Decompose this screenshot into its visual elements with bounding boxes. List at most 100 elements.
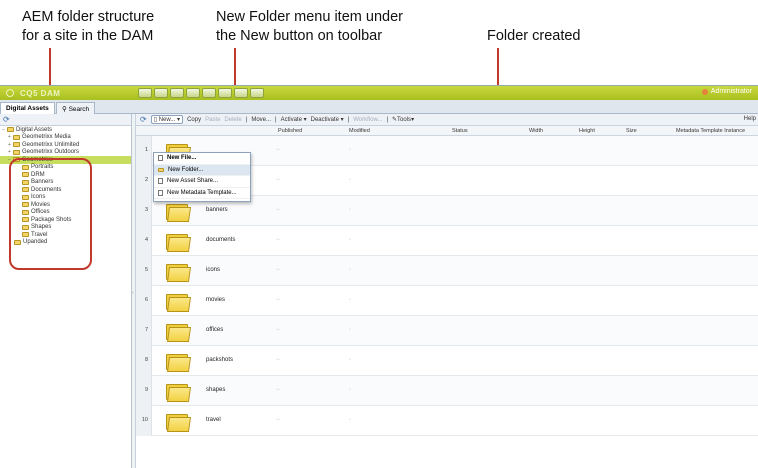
tree-toolbar: ⟳ — [0, 114, 131, 126]
user-menu[interactable]: Administrator — [701, 88, 752, 95]
row-number: 7 — [144, 327, 148, 333]
annotation-new-folder: New Folder menu item under the New butto… — [216, 8, 403, 46]
table-row[interactable]: 8 packshots ▫▫ ▫ — [136, 346, 758, 376]
published-icon: ▫▫ — [276, 297, 280, 303]
separator: | — [245, 116, 248, 123]
workflow-button[interactable]: Workflow... — [353, 117, 382, 123]
toolbar-icon[interactable] — [234, 88, 248, 98]
modified-icon: ▫ — [349, 357, 351, 363]
modified-icon: ▫ — [349, 177, 351, 183]
modified-icon: ▫ — [349, 387, 351, 393]
toolbar-icon[interactable] — [218, 88, 232, 98]
table-row[interactable]: 10 travel ▫▫ ▫ — [136, 406, 758, 436]
menu-item-new-file[interactable]: New File... — [154, 153, 250, 165]
separator: | — [275, 116, 277, 123]
delete-button[interactable]: Delete — [224, 117, 241, 123]
folder-icon — [13, 149, 20, 155]
tree-node[interactable]: + Geometrixx Unlimited — [0, 141, 131, 149]
folder-name: movies — [206, 297, 226, 303]
app-logo: CQ5 DAM — [20, 88, 61, 98]
folder-icon — [166, 262, 192, 282]
modified-icon: ▫ — [349, 147, 351, 153]
file-icon — [158, 155, 163, 162]
new-dropdown-menu: New File... New Folder... New Asset Shar… — [153, 152, 251, 202]
folder-name: shapes — [206, 387, 226, 393]
modified-icon: ▫ — [349, 237, 351, 243]
refresh-icon[interactable]: ⟳ — [140, 115, 147, 124]
table-row[interactable]: 5 icons ▫▫ ▫ — [136, 256, 758, 286]
folder-icon — [166, 412, 192, 432]
toolbar-icon[interactable] — [186, 88, 200, 98]
tree-node[interactable]: + Geometrixx Outdoors — [0, 149, 131, 157]
activate-label: Activate — [280, 117, 302, 123]
menu-item-new-metadata-template[interactable]: New Metadata Template... — [154, 188, 250, 199]
tree-node[interactable]: + Geometrixx Media — [0, 134, 131, 142]
grid-header: Published Modified Status Width Height S… — [136, 126, 758, 136]
table-row[interactable]: 9 shapes ▫▫ ▫ — [136, 376, 758, 406]
folder-icon — [13, 134, 20, 140]
doc-icon: ▯ — [153, 117, 158, 123]
tools-label: Tools — [397, 117, 412, 123]
dam-application: CQ5 DAM Administrator Digital Assets ⚲ S… — [0, 85, 758, 468]
column-header[interactable]: Height — [579, 128, 595, 134]
new-button[interactable]: ▯ New... ▾ — [150, 115, 184, 124]
published-icon: ▫▫ — [276, 327, 280, 333]
annotation-folder-created: Folder created — [487, 27, 581, 46]
column-header[interactable]: Width — [529, 128, 543, 134]
modified-icon: ▫ — [349, 267, 351, 273]
published-icon: ▫▫ — [276, 387, 280, 393]
help-button[interactable]: Help — [744, 116, 756, 122]
row-number: 3 — [144, 207, 148, 213]
tools-button[interactable]: ✎Tools▾ — [392, 116, 414, 123]
row-number: 5 — [144, 267, 148, 273]
toolbar-icon[interactable] — [202, 88, 216, 98]
copy-button[interactable]: Copy — [187, 117, 201, 123]
folder-icon — [166, 232, 192, 252]
toolbar-icon[interactable] — [250, 88, 264, 98]
table-row[interactable]: 7 offices ▫▫ ▫ — [136, 316, 758, 346]
row-number: 2 — [144, 177, 148, 183]
tree-node-label: Digital Assets — [16, 126, 53, 133]
tab-search-label: Search — [68, 106, 90, 113]
toolbar-icon[interactable] — [138, 88, 152, 98]
column-header[interactable]: Published — [278, 128, 302, 134]
toolbar-icon[interactable] — [170, 88, 184, 98]
published-icon: ▫▫ — [276, 267, 280, 273]
table-row[interactable]: 4 documents ▫▫ ▫ — [136, 226, 758, 256]
tab-search[interactable]: ⚲ Search — [56, 102, 96, 114]
deactivate-label: Deactivate — [310, 117, 339, 123]
table-row[interactable]: 6 movies ▫▫ ▫ — [136, 286, 758, 316]
column-header[interactable]: Status — [452, 128, 468, 134]
published-icon: ▫▫ — [276, 237, 280, 243]
menu-item-new-asset-share[interactable]: New Asset Share... — [154, 176, 250, 188]
menu-item-new-folder[interactable]: New Folder... — [154, 164, 250, 176]
grid-toolbar: ⟳ ▯ New... ▾ Copy Paste Delete | Move...… — [136, 114, 758, 126]
column-header[interactable]: Size — [626, 128, 637, 134]
folder-name: packshots — [206, 357, 234, 363]
activate-button[interactable]: Activate ▾ — [281, 116, 307, 123]
row-number: 10 — [141, 417, 148, 423]
collapse-arrow-icon[interactable]: ‹ — [132, 290, 134, 296]
menu-item-label: New File... — [167, 155, 197, 162]
tab-digital-assets[interactable]: Digital Assets — [0, 102, 55, 114]
annotation-folder-structure: AEM folder structure for a site in the D… — [22, 8, 154, 46]
row-number: 8 — [144, 357, 148, 363]
paste-button[interactable]: Paste — [205, 117, 220, 123]
folder-icon — [166, 292, 192, 312]
menu-item-label: New Metadata Template... — [167, 189, 237, 196]
published-icon: ▫▫ — [276, 147, 280, 153]
move-button[interactable]: Move... — [251, 117, 271, 123]
folder-name: documents — [206, 237, 236, 243]
toolbar-icon[interactable] — [154, 88, 168, 98]
column-header[interactable]: Modified — [349, 128, 370, 134]
folder-name: offices — [206, 327, 224, 333]
tree-node-digital-assets[interactable]: − Digital Assets — [0, 126, 131, 134]
published-icon: ▫▫ — [276, 417, 280, 423]
column-header[interactable]: Metadata Template Instance — [676, 128, 745, 134]
modified-icon: ▫ — [349, 297, 351, 303]
folder-icon — [7, 127, 14, 133]
deactivate-button[interactable]: Deactivate ▾ — [311, 116, 344, 123]
refresh-icon[interactable]: ⟳ — [3, 115, 10, 124]
modified-icon: ▫ — [349, 327, 351, 333]
folder-name: banners — [206, 207, 228, 213]
